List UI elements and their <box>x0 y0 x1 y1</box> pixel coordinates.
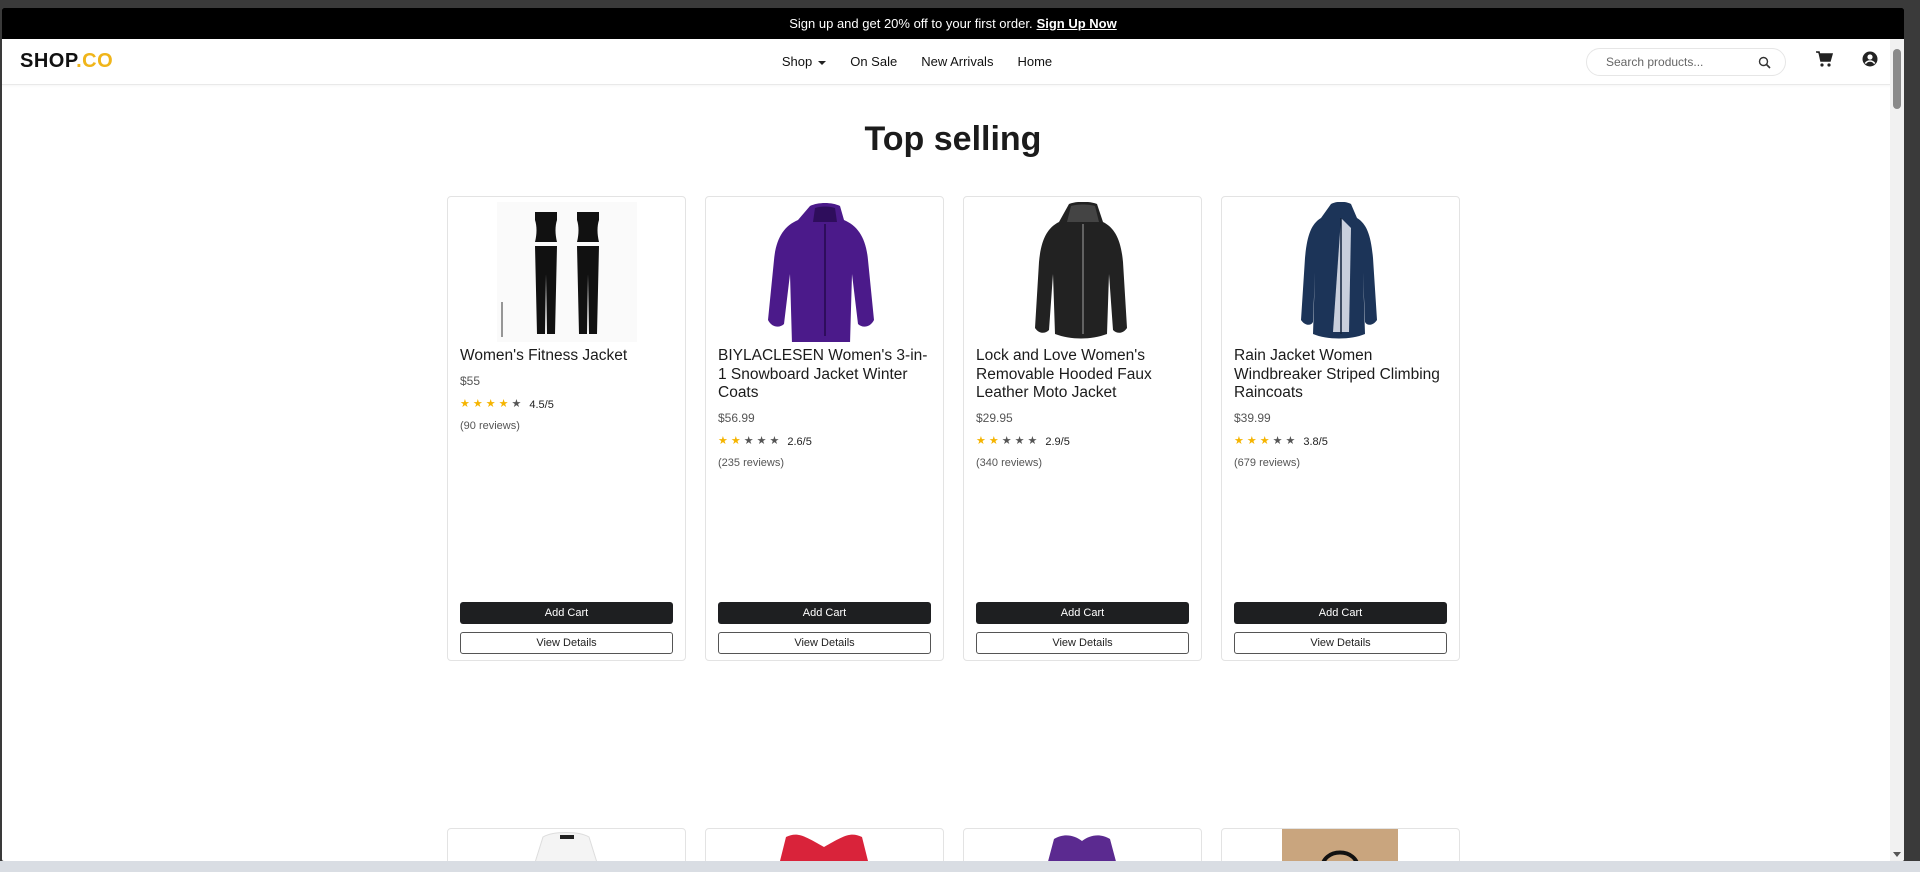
star-icon: ★ <box>718 435 728 447</box>
user-icon[interactable] <box>1862 51 1878 72</box>
star-icon: ★ <box>1285 435 1296 447</box>
nav-item-new-arrivals[interactable]: New Arrivals <box>921 54 993 69</box>
star-icon: ★ <box>485 398 496 410</box>
product-card[interactable]: Lock and Love Women's Removable Hooded F… <box>963 196 1202 661</box>
product-card[interactable] <box>447 828 686 861</box>
star-icon: ★ <box>460 398 470 410</box>
star-icon: ★ <box>1272 435 1283 447</box>
browser-page: Sign up and get 20% off to your first or… <box>2 8 1904 861</box>
star-icon: ★ <box>976 435 986 447</box>
review-count: (90 reviews) <box>460 419 520 432</box>
product-image[interactable] <box>706 829 943 861</box>
product-name[interactable]: BIYLACLESEN Women's 3-in-1 Snowboard Jac… <box>718 347 931 403</box>
os-taskbar-edge <box>0 861 1920 872</box>
nav-item-shop[interactable]: Shop <box>781 54 827 69</box>
chevron-down-icon <box>818 60 827 65</box>
navbar: SHOP.CO Shop On Sale New Arrivals Home <box>2 39 1904 85</box>
product-grid-next-row <box>447 828 1460 861</box>
product-grid: Women's Fitness Jacket $55 ★ ★ ★ ★ ★ 4.5/5 (… <box>447 196 1460 661</box>
product-card[interactable]: BIYLACLESEN Women's 3-in-1 Snowboard Jac… <box>705 196 944 661</box>
product-image[interactable] <box>1222 197 1459 347</box>
star-icon: ★ <box>1001 435 1012 447</box>
star-icon: ★ <box>1259 435 1270 447</box>
rating-stars: ★ ★ ★ ★ ★ <box>718 436 779 447</box>
product-image[interactable] <box>964 829 1201 861</box>
scrollbar-thumb[interactable] <box>1893 49 1901 109</box>
promo-bar: Sign up and get 20% off to your first or… <box>2 8 1904 39</box>
product-rating: ★ ★ ★ ★ ★ 3.8/5 <box>1234 436 1447 448</box>
product-name[interactable]: Women's Fitness Jacket <box>460 347 673 366</box>
star-icon: ★ <box>756 435 767 447</box>
nav-item-home[interactable]: Home <box>1017 54 1052 69</box>
product-price: $29.95 <box>976 410 1013 425</box>
product-card[interactable] <box>963 828 1202 861</box>
nav-item-on-sale[interactable]: On Sale <box>850 54 897 69</box>
product-rating: ★ ★ ★ ★ ★ 2.6/5 <box>718 436 931 448</box>
search-input[interactable] <box>1604 54 1748 70</box>
star-icon: ★ <box>1027 435 1038 447</box>
star-icon: ★ <box>988 435 999 447</box>
product-card[interactable]: Rain Jacket Women Windbreaker Striped Cl… <box>1221 196 1460 661</box>
cart-icon[interactable] <box>1815 51 1834 72</box>
review-count: (679 reviews) <box>1234 456 1301 469</box>
product-image[interactable] <box>706 197 943 347</box>
product-image[interactable] <box>448 197 685 347</box>
product-price: $56.99 <box>718 410 755 425</box>
view-details-button[interactable]: View Details <box>1234 632 1447 654</box>
review-count: (235 reviews) <box>718 456 785 469</box>
product-card[interactable]: Women's Fitness Jacket $55 ★ ★ ★ ★ ★ 4.5/5 (… <box>447 196 686 661</box>
star-icon: ★ <box>511 398 522 410</box>
star-icon: ★ <box>1234 435 1244 447</box>
rating-stars: ★ ★ ★ ★ ★ <box>460 399 521 410</box>
product-card[interactable] <box>705 828 944 861</box>
product-rating: ★ ★ ★ ★ ★ 2.9/5 <box>976 436 1189 448</box>
search-icon[interactable] <box>1758 56 1771 74</box>
view-details-button[interactable]: View Details <box>460 632 673 654</box>
star-icon: ★ <box>1014 435 1025 447</box>
scroll-down-arrow-icon[interactable] <box>1893 852 1901 857</box>
star-icon: ★ <box>743 435 754 447</box>
rating-text: 3.8/5 <box>1303 435 1328 448</box>
product-name[interactable]: Lock and Love Women's Removable Hooded F… <box>976 347 1189 403</box>
page-scrollbar[interactable] <box>1890 39 1904 861</box>
rating-stars: ★ ★ ★ ★ ★ <box>1234 436 1295 447</box>
rating-text: 4.5/5 <box>529 398 554 411</box>
add-cart-button[interactable]: Add Cart <box>976 602 1189 624</box>
product-image[interactable] <box>964 197 1201 347</box>
add-cart-button[interactable]: Add Cart <box>460 602 673 624</box>
product-image[interactable] <box>448 829 685 861</box>
star-icon: ★ <box>472 398 483 410</box>
star-icon: ★ <box>498 398 509 410</box>
section-title: Top selling <box>864 120 1042 158</box>
nav-item-label: Shop <box>781 54 813 69</box>
search-box <box>1586 48 1786 76</box>
add-cart-button[interactable]: Add Cart <box>1234 602 1447 624</box>
product-rating: ★ ★ ★ ★ ★ 4.5/5 <box>460 399 673 411</box>
rating-stars: ★ ★ ★ ★ ★ <box>976 436 1037 447</box>
signup-link[interactable]: Sign Up Now <box>1037 16 1117 31</box>
add-cart-button[interactable]: Add Cart <box>718 602 931 624</box>
view-details-button[interactable]: View Details <box>718 632 931 654</box>
product-price: $55 <box>460 373 481 388</box>
star-icon: ★ <box>1246 435 1257 447</box>
product-name[interactable]: Rain Jacket Women Windbreaker Striped Cl… <box>1234 347 1447 403</box>
promo-text: Sign up and get 20% off to your first or… <box>789 16 1033 31</box>
product-image[interactable] <box>1222 829 1459 861</box>
view-details-button[interactable]: View Details <box>976 632 1189 654</box>
star-icon: ★ <box>730 435 741 447</box>
rating-text: 2.9/5 <box>1045 435 1070 448</box>
product-price: $39.99 <box>1234 410 1271 425</box>
review-count: (340 reviews) <box>976 456 1043 469</box>
product-card[interactable] <box>1221 828 1460 861</box>
rating-text: 2.6/5 <box>787 435 812 448</box>
star-icon: ★ <box>769 435 780 447</box>
